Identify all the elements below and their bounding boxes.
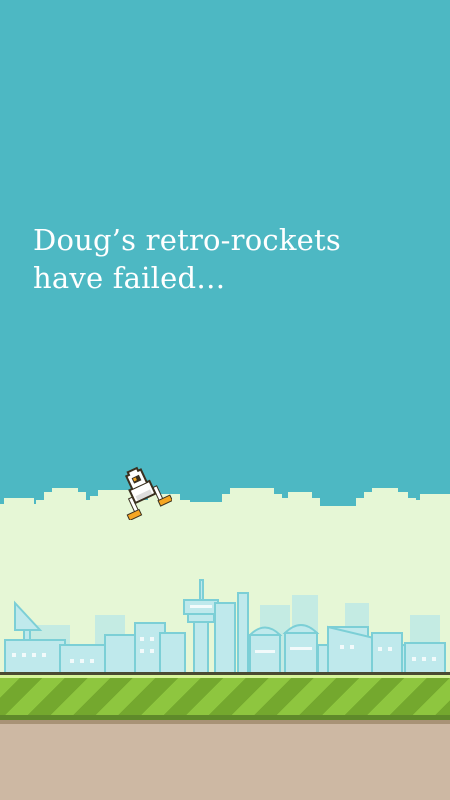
game-scene[interactable]: Doug’s retro-rockets have failed…: [0, 0, 450, 800]
grass-strip: [0, 675, 450, 715]
city-skyline: [4, 579, 446, 680]
story-line-1: Doug’s retro-rockets: [33, 223, 341, 257]
story-text: Doug’s retro-rockets have failed…: [33, 221, 433, 297]
rocket-lander-icon: [124, 466, 172, 520]
story-line-2: have failed…: [33, 261, 226, 295]
city-front-buildings: [4, 579, 446, 680]
dirt-ground: [0, 724, 450, 800]
